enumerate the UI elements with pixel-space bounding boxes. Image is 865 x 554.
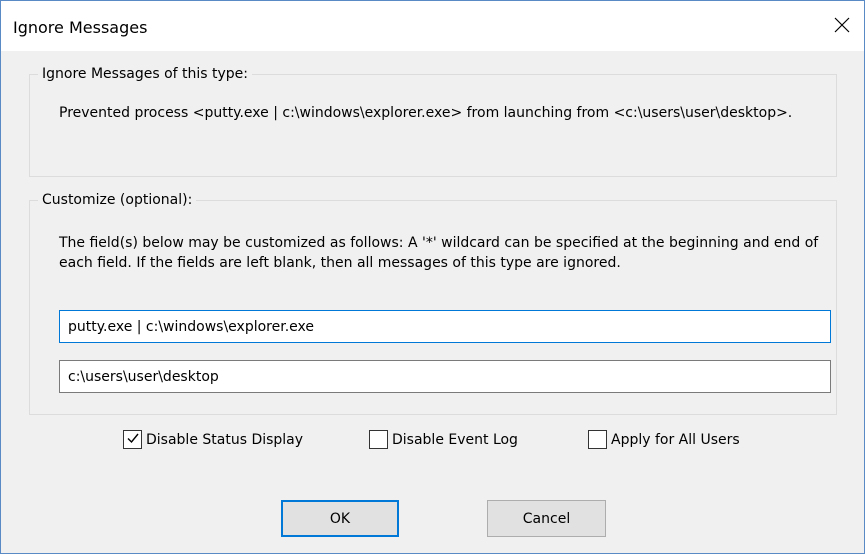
customize-description: The field(s) below may be customized as … <box>59 235 819 271</box>
checkbox-label: Disable Status Display <box>146 431 304 448</box>
checkmark-icon <box>126 431 140 449</box>
message-text: Prevented process <putty.exe | c:\window… <box>59 105 793 121</box>
customize-group: Customize (optional): The field(s) below… <box>29 192 837 415</box>
message-type-group: Ignore Messages of this type: Prevented … <box>29 66 837 177</box>
cancel-button[interactable]: Cancel <box>487 500 606 537</box>
checkbox-box[interactable] <box>123 430 142 449</box>
checkbox-box[interactable] <box>588 430 607 449</box>
path-field[interactable] <box>59 360 831 393</box>
close-button[interactable] <box>824 9 860 41</box>
disable-status-display-checkbox[interactable]: Disable Status Display <box>123 430 303 449</box>
disable-event-log-checkbox[interactable]: Disable Event Log <box>369 430 518 449</box>
process-field[interactable] <box>59 310 831 343</box>
apply-for-all-users-checkbox[interactable]: Apply for All Users <box>588 430 740 449</box>
customize-group-title: Customize (optional): <box>38 192 197 208</box>
title-bar[interactable]: Ignore Messages <box>1 1 864 51</box>
message-type-group-title: Ignore Messages of this type: <box>38 66 253 82</box>
ignore-messages-dialog: Ignore Messages Ignore Messages of this … <box>0 0 865 554</box>
checkbox-label: Disable Event Log <box>392 431 518 448</box>
checkbox-label: Apply for All Users <box>611 431 740 448</box>
dialog-title: Ignore Messages <box>13 18 148 37</box>
close-icon <box>834 17 850 33</box>
ok-button[interactable]: OK <box>281 500 399 537</box>
checkbox-box[interactable] <box>369 430 388 449</box>
